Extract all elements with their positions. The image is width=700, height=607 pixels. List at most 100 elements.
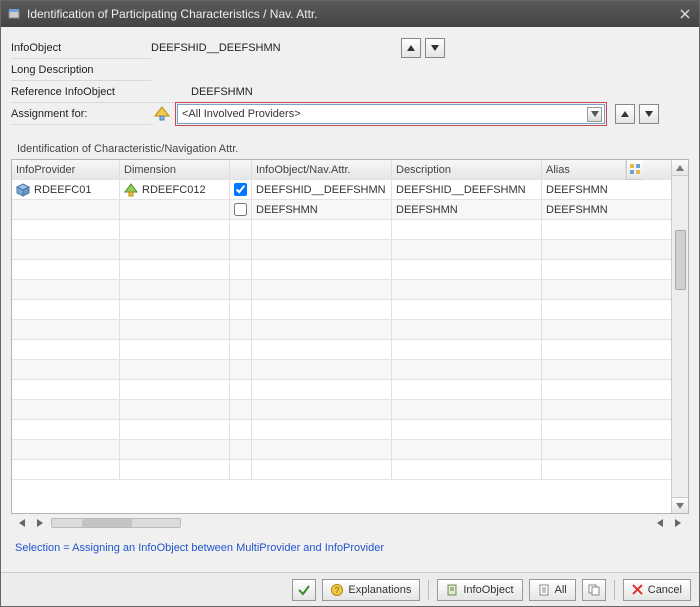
hscroll-right-button[interactable] bbox=[33, 516, 47, 530]
hscroll-track[interactable] bbox=[51, 518, 181, 528]
value-refobj: DEEFSHMN bbox=[191, 81, 253, 103]
cancel-button[interactable]: Cancel bbox=[623, 579, 691, 601]
col-infoobj[interactable]: InfoObject/Nav.Attr. bbox=[252, 160, 392, 179]
cell-checkbox bbox=[230, 400, 252, 419]
table-row[interactable] bbox=[12, 400, 671, 420]
cell-description bbox=[392, 460, 542, 479]
row-refobj: Reference InfoObject DEEFSHMN bbox=[11, 81, 689, 103]
table-row[interactable] bbox=[12, 300, 671, 320]
cell-description bbox=[392, 220, 542, 239]
table-row[interactable] bbox=[12, 220, 671, 240]
window-title: Identification of Participating Characte… bbox=[27, 7, 677, 21]
cell-infoprovider bbox=[12, 260, 120, 279]
table-row[interactable] bbox=[12, 440, 671, 460]
hscroll-thumb[interactable] bbox=[82, 519, 132, 527]
row-infoobject: InfoObject DEEFSHID__DEEFSHMN bbox=[11, 37, 689, 59]
dialog-body: InfoObject DEEFSHID__DEEFSHMN Long Descr… bbox=[1, 27, 699, 572]
cell-infoobj bbox=[252, 280, 392, 299]
cell-infoprovider bbox=[12, 240, 120, 259]
ok-button[interactable] bbox=[292, 579, 316, 601]
cell-infoobj bbox=[252, 380, 392, 399]
cell-dimension bbox=[120, 280, 230, 299]
grid-config-button[interactable] bbox=[626, 160, 643, 180]
cell-infoobj bbox=[252, 240, 392, 259]
table-row[interactable] bbox=[12, 360, 671, 380]
hscroll-left-button[interactable] bbox=[15, 516, 29, 530]
table-row[interactable] bbox=[12, 320, 671, 340]
cell-alias bbox=[542, 360, 626, 379]
scroll-up-icon[interactable] bbox=[672, 160, 688, 176]
cell-infoobj bbox=[252, 360, 392, 379]
cell-alias bbox=[542, 340, 626, 359]
vertical-scrollbar[interactable] bbox=[671, 160, 688, 513]
table-row[interactable] bbox=[12, 260, 671, 280]
table-row[interactable] bbox=[12, 280, 671, 300]
cell-dimension bbox=[120, 240, 230, 259]
selection-note: Selection = Assigning an InfoObject betw… bbox=[11, 532, 689, 566]
table-row[interactable] bbox=[12, 380, 671, 400]
cell-infoobj bbox=[252, 440, 392, 459]
provider-prev-button[interactable] bbox=[615, 104, 635, 124]
cell-dimension bbox=[120, 460, 230, 479]
cell-dimension bbox=[120, 340, 230, 359]
cell-checkbox bbox=[230, 340, 252, 359]
table-row[interactable] bbox=[12, 340, 671, 360]
grid-header: InfoProvider Dimension InfoObject/Nav.At… bbox=[12, 160, 671, 180]
cell-dimension bbox=[120, 440, 230, 459]
separator bbox=[614, 580, 615, 600]
cell-infoprovider bbox=[12, 440, 120, 459]
cell-alias bbox=[542, 240, 626, 259]
infoobject-prev-button[interactable] bbox=[401, 38, 421, 58]
label-refobj: Reference InfoObject bbox=[11, 81, 191, 103]
infoobject-button[interactable]: InfoObject bbox=[437, 579, 522, 601]
col-alias[interactable]: Alias bbox=[542, 160, 626, 179]
table-row[interactable] bbox=[12, 420, 671, 440]
table-row[interactable]: DEEFSHMNDEEFSHMNDEEFSHMN bbox=[12, 200, 671, 220]
cancel-icon bbox=[632, 584, 643, 595]
titlebar: Identification of Participating Characte… bbox=[1, 1, 699, 27]
cell-checkbox bbox=[230, 200, 252, 219]
cell-dimension bbox=[120, 420, 230, 439]
section-title: Identification of Characteristic/Navigat… bbox=[17, 143, 689, 155]
cell-alias bbox=[542, 440, 626, 459]
col-infoprovider[interactable]: InfoProvider bbox=[12, 160, 120, 179]
infoobject-label: InfoObject bbox=[463, 584, 513, 596]
footer: ? Explanations InfoObject All Cancel bbox=[1, 572, 699, 606]
cell-dimension bbox=[120, 200, 230, 219]
row-checkbox[interactable] bbox=[234, 203, 247, 216]
cell-alias bbox=[542, 320, 626, 339]
scroll-thumb[interactable] bbox=[675, 230, 686, 290]
dialog-window: Identification of Participating Characte… bbox=[0, 0, 700, 607]
infoobject-icon bbox=[446, 584, 458, 596]
col-checkbox[interactable] bbox=[230, 160, 252, 179]
infoobject-next-button[interactable] bbox=[425, 38, 445, 58]
cell-alias bbox=[542, 400, 626, 419]
col-description[interactable]: Description bbox=[392, 160, 542, 179]
cell-alias bbox=[542, 300, 626, 319]
all-button[interactable]: All bbox=[529, 579, 576, 601]
grid-wrap: InfoProvider Dimension InfoObject/Nav.At… bbox=[11, 159, 689, 514]
cell-checkbox bbox=[230, 440, 252, 459]
provider-next-button[interactable] bbox=[639, 104, 659, 124]
chevron-down-icon[interactable] bbox=[587, 107, 602, 122]
explanations-button[interactable]: ? Explanations bbox=[322, 579, 420, 601]
hscroll-left2-button[interactable] bbox=[653, 516, 667, 530]
cell-dimension bbox=[120, 400, 230, 419]
table-row[interactable] bbox=[12, 460, 671, 480]
table-row[interactable] bbox=[12, 240, 671, 260]
row-checkbox[interactable] bbox=[234, 183, 247, 196]
cell-dimension bbox=[120, 360, 230, 379]
cell-dimension bbox=[120, 320, 230, 339]
provider-dropdown[interactable]: <All Involved Providers> bbox=[177, 104, 605, 124]
cell-description bbox=[392, 240, 542, 259]
window-icon bbox=[7, 7, 21, 21]
hscroll-right2-button[interactable] bbox=[671, 516, 685, 530]
table-row[interactable]: RDEEFC01RDEEFC012DEEFSHID__DEEFSHMNDEEFS… bbox=[12, 180, 671, 200]
cell-infoprovider bbox=[12, 340, 120, 359]
cell-description: DEEFSHID__DEEFSHMN bbox=[392, 180, 542, 199]
close-icon[interactable] bbox=[677, 6, 693, 22]
col-dimension[interactable]: Dimension bbox=[120, 160, 230, 179]
scroll-down-icon[interactable] bbox=[672, 497, 688, 513]
copy-button[interactable] bbox=[582, 579, 606, 601]
infoobject-stepper bbox=[401, 38, 445, 58]
